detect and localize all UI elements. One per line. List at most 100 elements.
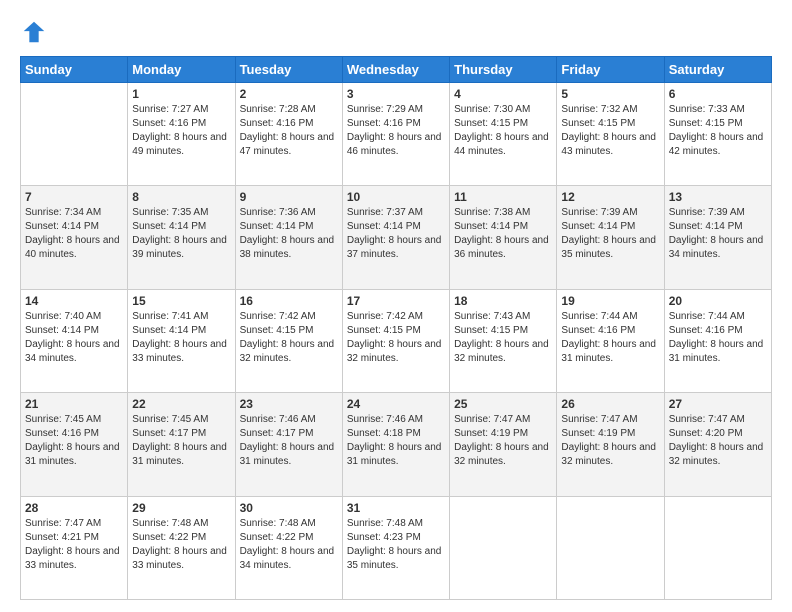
day-number: 7 [25,190,123,204]
day-cell: 7 Sunrise: 7:34 AMSunset: 4:14 PMDaylight… [21,186,128,289]
header [20,18,772,46]
day-info: Sunrise: 7:29 AMSunset: 4:16 PMDaylight:… [347,103,445,159]
day-info: Sunrise: 7:41 AMSunset: 4:14 PMDaylight:… [132,310,230,366]
day-info: Sunrise: 7:38 AMSunset: 4:14 PMDaylight:… [454,206,552,262]
day-cell [557,496,664,599]
day-cell: 27 Sunrise: 7:47 AMSunset: 4:20 PMDayligh… [664,393,771,496]
weekday-header-wednesday: Wednesday [342,57,449,83]
day-cell: 13 Sunrise: 7:39 AMSunset: 4:14 PMDayligh… [664,186,771,289]
day-info: Sunrise: 7:48 AMSunset: 4:22 PMDaylight:… [240,517,338,573]
day-number: 27 [669,397,767,411]
day-number: 26 [561,397,659,411]
day-number: 1 [132,87,230,101]
day-cell: 23 Sunrise: 7:46 AMSunset: 4:17 PMDayligh… [235,393,342,496]
day-info: Sunrise: 7:39 AMSunset: 4:14 PMDaylight:… [669,206,767,262]
week-row-1: 7 Sunrise: 7:34 AMSunset: 4:14 PMDaylight… [21,186,772,289]
day-cell: 8 Sunrise: 7:35 AMSunset: 4:14 PMDaylight… [128,186,235,289]
weekday-header-row: SundayMondayTuesdayWednesdayThursdayFrid… [21,57,772,83]
day-info: Sunrise: 7:35 AMSunset: 4:14 PMDaylight:… [132,206,230,262]
day-cell: 1Sunrise: 7:27 AMSunset: 4:16 PMDaylight… [128,83,235,186]
day-info: Sunrise: 7:45 AMSunset: 4:16 PMDaylight:… [25,413,123,469]
day-number: 3 [347,87,445,101]
day-number: 15 [132,294,230,308]
day-cell: 20Sunrise: 7:44 AMSunset: 4:16 PMDayligh… [664,289,771,392]
day-cell: 14 Sunrise: 7:40 AMSunset: 4:14 PMDayligh… [21,289,128,392]
day-number: 13 [669,190,767,204]
day-info: Sunrise: 7:40 AMSunset: 4:14 PMDaylight:… [25,310,123,366]
day-info: Sunrise: 7:42 AMSunset: 4:15 PMDaylight:… [347,310,445,366]
day-cell: 15 Sunrise: 7:41 AMSunset: 4:14 PMDayligh… [128,289,235,392]
day-info: Sunrise: 7:37 AMSunset: 4:14 PMDaylight:… [347,206,445,262]
day-info: Sunrise: 7:34 AMSunset: 4:14 PMDaylight:… [25,206,123,262]
day-info: Sunrise: 7:43 AMSunset: 4:15 PMDaylight:… [454,310,552,366]
day-cell: 31 Sunrise: 7:48 AMSunset: 4:23 PMDayligh… [342,496,449,599]
day-cell: 17 Sunrise: 7:42 AMSunset: 4:15 PMDayligh… [342,289,449,392]
day-info: Sunrise: 7:39 AMSunset: 4:14 PMDaylight:… [561,206,659,262]
day-info: Sunrise: 7:45 AMSunset: 4:17 PMDaylight:… [132,413,230,469]
logo [20,18,52,46]
day-cell: 6 Sunrise: 7:33 AMSunset: 4:15 PMDaylight… [664,83,771,186]
day-cell: 18 Sunrise: 7:43 AMSunset: 4:15 PMDayligh… [450,289,557,392]
day-number: 6 [669,87,767,101]
day-number: 20 [669,294,767,308]
day-number: 2 [240,87,338,101]
day-info: Sunrise: 7:28 AMSunset: 4:16 PMDaylight:… [240,103,338,159]
calendar-table: SundayMondayTuesdayWednesdayThursdayFrid… [20,56,772,600]
day-cell: 24 Sunrise: 7:46 AMSunset: 4:18 PMDayligh… [342,393,449,496]
day-number: 24 [347,397,445,411]
day-number: 10 [347,190,445,204]
day-info: Sunrise: 7:47 AMSunset: 4:21 PMDaylight:… [25,517,123,573]
day-number: 23 [240,397,338,411]
day-cell [21,83,128,186]
day-info: Sunrise: 7:36 AMSunset: 4:14 PMDaylight:… [240,206,338,262]
day-number: 22 [132,397,230,411]
day-info: Sunrise: 7:47 AMSunset: 4:19 PMDaylight:… [454,413,552,469]
day-cell: 25 Sunrise: 7:47 AMSunset: 4:19 PMDayligh… [450,393,557,496]
day-number: 14 [25,294,123,308]
day-number: 17 [347,294,445,308]
day-info: Sunrise: 7:48 AMSunset: 4:22 PMDaylight:… [132,517,230,573]
day-number: 16 [240,294,338,308]
day-number: 12 [561,190,659,204]
day-info: Sunrise: 7:46 AMSunset: 4:18 PMDaylight:… [347,413,445,469]
weekday-header-sunday: Sunday [21,57,128,83]
day-number: 29 [132,501,230,515]
weekday-header-monday: Monday [128,57,235,83]
weekday-header-saturday: Saturday [664,57,771,83]
day-number: 21 [25,397,123,411]
week-row-4: 28 Sunrise: 7:47 AMSunset: 4:21 PMDayligh… [21,496,772,599]
day-info: Sunrise: 7:46 AMSunset: 4:17 PMDaylight:… [240,413,338,469]
week-row-0: 1Sunrise: 7:27 AMSunset: 4:16 PMDaylight… [21,83,772,186]
day-number: 18 [454,294,552,308]
day-cell: 4Sunrise: 7:30 AMSunset: 4:15 PMDaylight… [450,83,557,186]
day-cell [450,496,557,599]
day-number: 31 [347,501,445,515]
day-cell: 30 Sunrise: 7:48 AMSunset: 4:22 PMDayligh… [235,496,342,599]
weekday-header-tuesday: Tuesday [235,57,342,83]
day-cell: 9Sunrise: 7:36 AMSunset: 4:14 PMDaylight… [235,186,342,289]
day-info: Sunrise: 7:47 AMSunset: 4:20 PMDaylight:… [669,413,767,469]
day-number: 30 [240,501,338,515]
week-row-2: 14 Sunrise: 7:40 AMSunset: 4:14 PMDayligh… [21,289,772,392]
day-info: Sunrise: 7:48 AMSunset: 4:23 PMDaylight:… [347,517,445,573]
day-cell: 10 Sunrise: 7:37 AMSunset: 4:14 PMDayligh… [342,186,449,289]
day-cell: 11Sunrise: 7:38 AMSunset: 4:14 PMDayligh… [450,186,557,289]
day-cell [664,496,771,599]
day-info: Sunrise: 7:44 AMSunset: 4:16 PMDaylight:… [561,310,659,366]
day-info: Sunrise: 7:30 AMSunset: 4:15 PMDaylight:… [454,103,552,159]
day-cell: 19Sunrise: 7:44 AMSunset: 4:16 PMDayligh… [557,289,664,392]
day-cell: 12 Sunrise: 7:39 AMSunset: 4:14 PMDayligh… [557,186,664,289]
day-number: 28 [25,501,123,515]
day-number: 5 [561,87,659,101]
day-cell: 3 Sunrise: 7:29 AMSunset: 4:16 PMDaylight… [342,83,449,186]
day-number: 25 [454,397,552,411]
day-cell: 21 Sunrise: 7:45 AMSunset: 4:16 PMDayligh… [21,393,128,496]
day-cell: 22 Sunrise: 7:45 AMSunset: 4:17 PMDayligh… [128,393,235,496]
day-cell: 26 Sunrise: 7:47 AMSunset: 4:19 PMDayligh… [557,393,664,496]
day-cell: 2 Sunrise: 7:28 AMSunset: 4:16 PMDaylight… [235,83,342,186]
day-info: Sunrise: 7:42 AMSunset: 4:15 PMDaylight:… [240,310,338,366]
day-info: Sunrise: 7:33 AMSunset: 4:15 PMDaylight:… [669,103,767,159]
weekday-header-friday: Friday [557,57,664,83]
day-number: 8 [132,190,230,204]
day-info: Sunrise: 7:47 AMSunset: 4:19 PMDaylight:… [561,413,659,469]
